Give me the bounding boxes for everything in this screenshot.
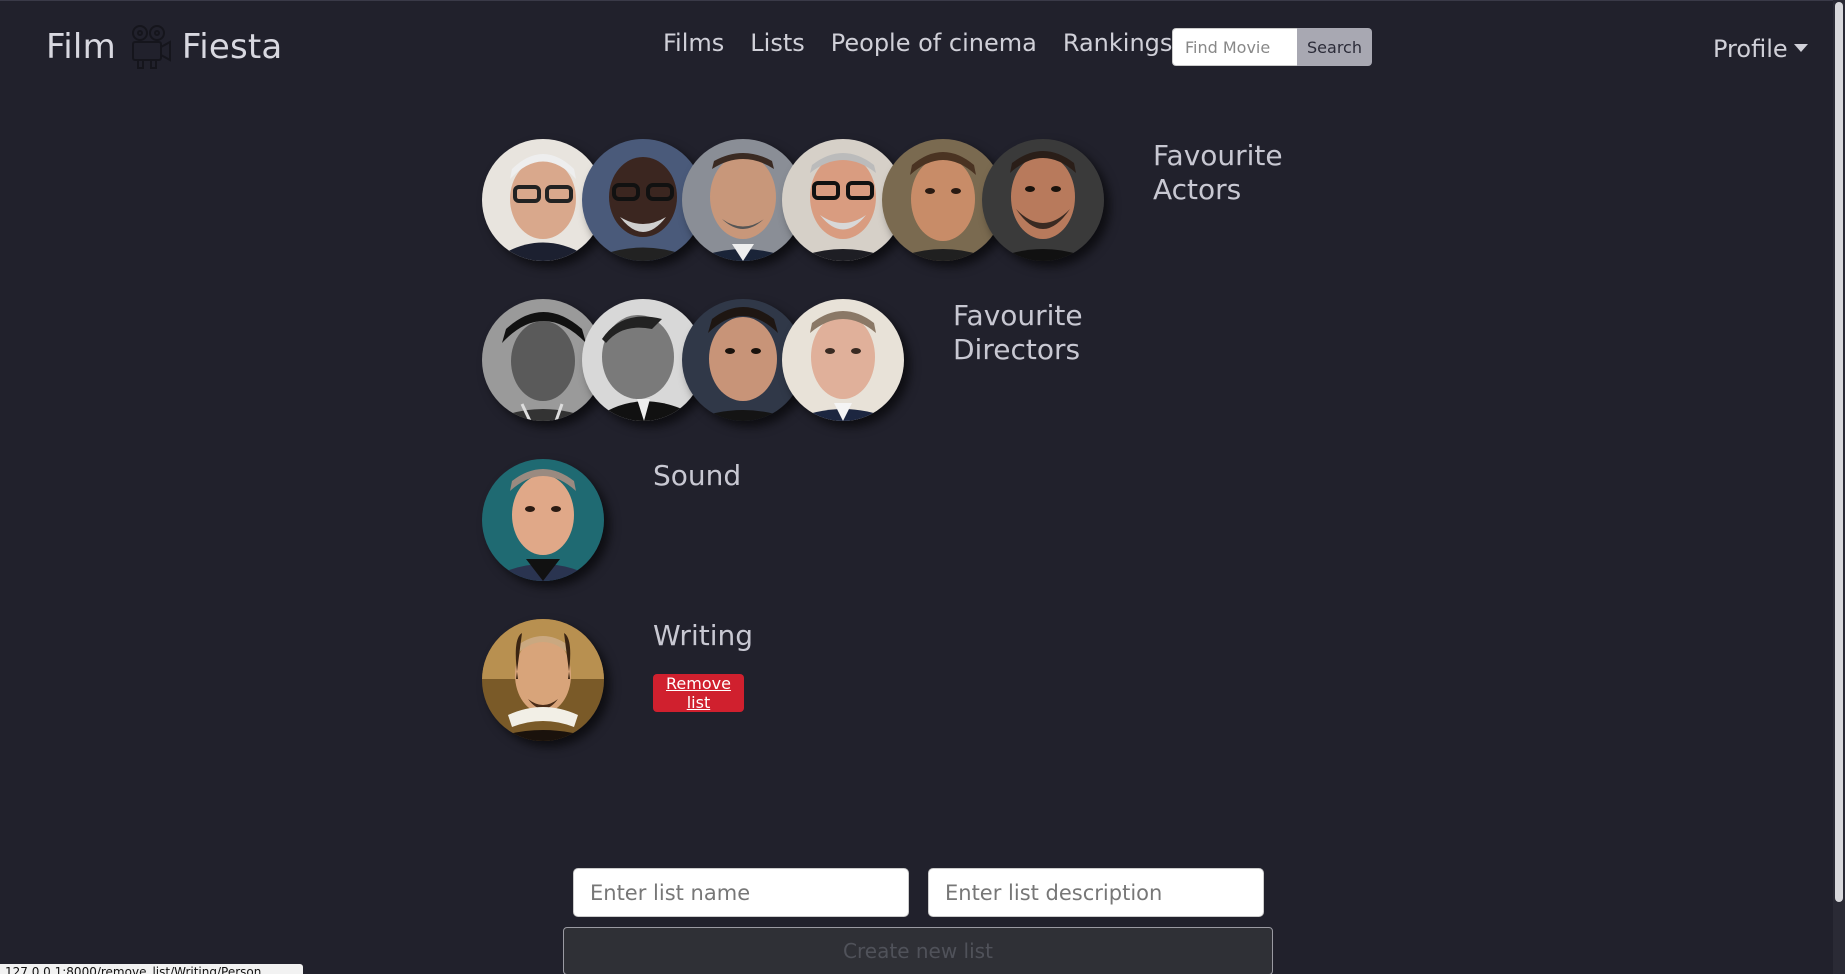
navbar: Film Fiesta Films Lists People of cinema (0, 0, 1845, 92)
avatar[interactable] (982, 139, 1104, 261)
brand-link[interactable]: Film Fiesta (46, 23, 282, 71)
avatar[interactable] (482, 619, 604, 741)
profile-dropdown[interactable]: Profile (1713, 35, 1808, 63)
avatar-group (482, 299, 904, 421)
status-url: 127.0.0.1:8000/remove_list/Writing/Perso… (0, 964, 303, 974)
nav-rankings-label: Rankings (1062, 29, 1173, 57)
nav-people-of-cinema[interactable]: People of cinema (831, 29, 1037, 57)
list-favourite-directors: Favourite Directors (482, 299, 1083, 421)
list-sound: Sound (482, 459, 741, 581)
list-favourite-actors: Favourite Actors (482, 139, 1283, 261)
avatar[interactable] (782, 299, 904, 421)
page: Film Fiesta Films Lists People of cinema (0, 0, 1845, 974)
search-button[interactable]: Search (1297, 28, 1372, 66)
avatar-group (482, 459, 604, 581)
list-title[interactable]: Favourite Directors (953, 299, 1113, 367)
film-camera-icon (131, 25, 171, 69)
avatar-group (482, 139, 1104, 261)
search-input[interactable] (1172, 28, 1297, 66)
list-name-input[interactable] (573, 868, 909, 917)
brand-text-fiesta: Fiesta (181, 27, 283, 67)
scrollbar-thumb[interactable] (1835, 2, 1843, 902)
avatar[interactable] (482, 459, 604, 581)
list-title[interactable]: Favourite Actors (1153, 139, 1313, 207)
chevron-down-icon (1793, 44, 1808, 52)
remove-list-button[interactable]: Remove list (653, 674, 744, 712)
list-title[interactable]: Writing (653, 619, 853, 653)
profile-label: Profile (1713, 35, 1788, 63)
search-form: Search (1172, 28, 1372, 66)
list-description-input[interactable] (928, 868, 1264, 917)
avatar-group (482, 619, 604, 741)
brand-text-film: Film (46, 27, 116, 67)
list-writing: Writing Remove list (482, 619, 753, 741)
main-nav: Films Lists People of cinema Rankings (663, 29, 1193, 57)
create-list-button[interactable]: Create new list (563, 927, 1273, 974)
scrollbar[interactable] (1833, 0, 1845, 974)
nav-lists[interactable]: Lists (750, 29, 804, 57)
nav-films[interactable]: Films (663, 29, 724, 57)
list-title[interactable]: Sound (653, 459, 853, 493)
